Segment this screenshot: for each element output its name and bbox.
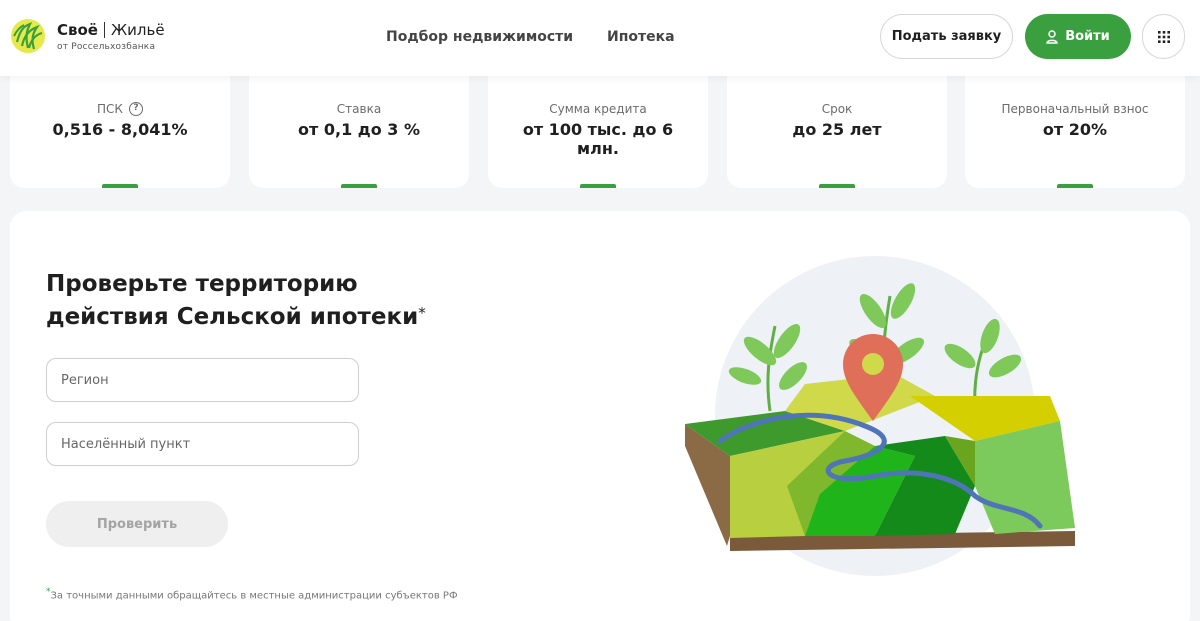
card-accent-bar bbox=[1057, 184, 1093, 188]
footnote-text: За точными данными обращайтесь в местные… bbox=[50, 590, 458, 602]
title-line-1: Проверьте территорию bbox=[46, 271, 358, 297]
stat-card-term: Срок до 25 лет bbox=[727, 76, 947, 188]
locality-input[interactable] bbox=[46, 422, 359, 466]
grid-dots-icon bbox=[1157, 30, 1170, 43]
stat-label: Ставка bbox=[336, 102, 382, 116]
brand-logo-icon bbox=[11, 19, 45, 53]
stat-label: Сумма кредита bbox=[549, 102, 647, 116]
apply-button[interactable]: Подать заявку bbox=[880, 14, 1013, 59]
stat-value: до 25 лет bbox=[792, 120, 882, 139]
stat-label: Срок bbox=[821, 102, 853, 116]
check-button[interactable]: Проверить bbox=[46, 501, 228, 547]
login-button[interactable]: Войти bbox=[1025, 14, 1131, 59]
rural-map-illustration bbox=[685, 256, 1075, 576]
user-icon bbox=[1046, 29, 1058, 44]
brand-subtitle: от Россельхозбанка bbox=[57, 41, 156, 52]
stat-card-amount: Сумма кредита от 100 тыс. до 6 млн. bbox=[488, 76, 708, 188]
card-accent-bar bbox=[819, 184, 855, 188]
nav-mortgage[interactable]: Ипотека bbox=[607, 29, 675, 45]
stat-card-downpayment: Первоначальный взнос от 20% bbox=[965, 76, 1185, 188]
section-title: Проверьте территорию действия Сельской и… bbox=[46, 268, 426, 334]
question-circle-icon[interactable]: ? bbox=[128, 102, 143, 116]
region-input[interactable] bbox=[46, 358, 359, 402]
stat-value: от 100 тыс. до 6 млн. bbox=[522, 120, 674, 158]
logo-link[interactable]: Своё Жильё от Россельхозбанка bbox=[10, 18, 165, 54]
brand-second: Жильё bbox=[110, 20, 165, 39]
stat-value: от 0,1 до 3 % bbox=[298, 120, 420, 139]
card-accent-bar bbox=[580, 184, 616, 188]
brand-divider bbox=[103, 21, 105, 38]
footnote: *За точными данными обращайтесь в местны… bbox=[46, 587, 458, 601]
stat-value: от 20% bbox=[1042, 120, 1108, 139]
stat-label: Первоначальный взнос bbox=[1001, 102, 1149, 116]
nav-property-search[interactable]: Подбор недвижимости bbox=[386, 29, 573, 45]
territory-check-panel: Проверьте территорию действия Сельской и… bbox=[10, 211, 1190, 621]
stat-card-rate: Ставка от 0,1 до 3 % bbox=[249, 76, 469, 188]
menu-button[interactable] bbox=[1142, 14, 1185, 59]
site-header: Своё Жильё от Россельхозбанка Подбор нед… bbox=[0, 0, 1200, 76]
card-accent-bar bbox=[341, 184, 377, 188]
stat-value: 0,516 - 8,041% bbox=[52, 120, 188, 139]
login-label: Войти bbox=[1065, 29, 1110, 44]
title-line-2: действия Сельской ипотеки bbox=[46, 304, 419, 330]
card-accent-bar bbox=[102, 184, 138, 188]
stat-label: ПСК bbox=[97, 102, 123, 116]
title-footnote-mark: * bbox=[418, 304, 426, 322]
brand-main: Своё bbox=[57, 20, 98, 39]
stat-card-psk: ПСК ? 0,516 - 8,041% bbox=[10, 76, 230, 188]
